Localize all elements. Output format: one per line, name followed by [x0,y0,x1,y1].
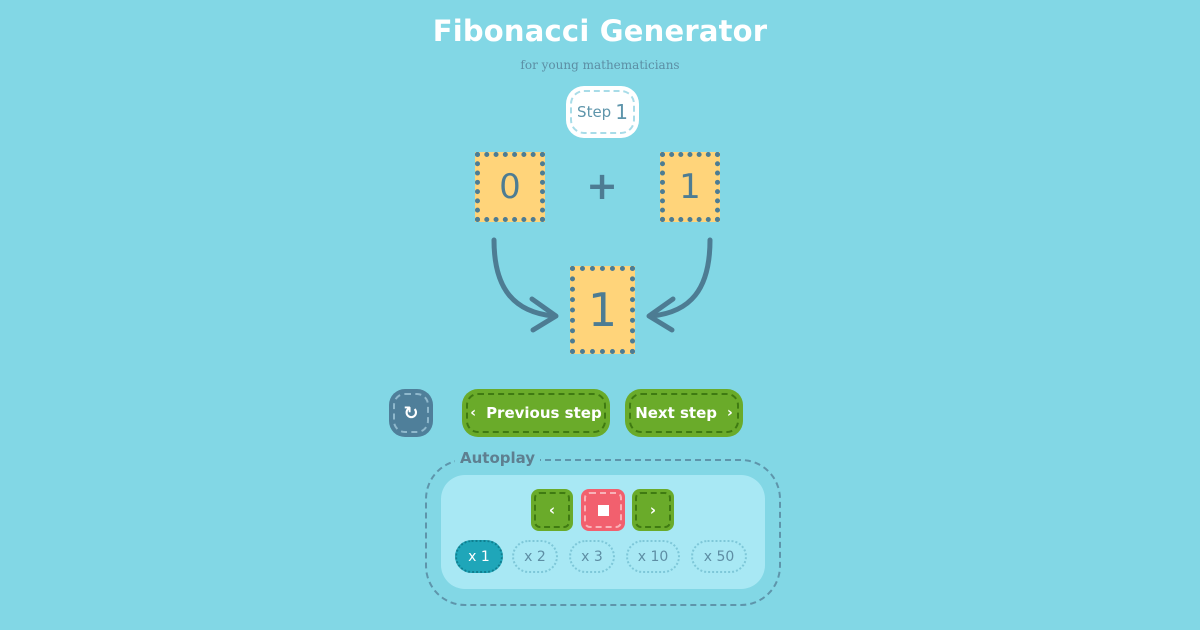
speed-option-x2[interactable]: x 2 [512,540,558,573]
left-arrowhead [529,296,559,333]
speed-option-x1[interactable]: x 1 [455,540,503,573]
autoplay-label: Autoplay [455,449,541,467]
left-arrow [491,237,556,319]
reset-button[interactable]: ↻ [389,389,433,437]
autoplay-forward-button[interactable]: › [632,489,674,531]
chevron-left-icon: ‹ [470,405,477,421]
left-operand-tile: 0 [475,152,545,222]
reset-icon: ↻ [403,402,419,424]
next-step-label: Next step [635,404,718,422]
previous-step-button[interactable]: ‹ Previous step [462,389,610,437]
previous-step-label: Previous step [486,404,602,422]
step-label: Step [577,103,612,121]
app-title: Fibonacci Generator [432,14,768,48]
autoplay-backward-button[interactable]: ‹ [531,489,573,531]
right-operand-tile: 1 [660,152,720,222]
autoplay-stop-button[interactable] [581,489,625,531]
right-arrowhead [646,296,676,333]
plus-operator: + [586,164,618,208]
step-badge: Step 1 [566,86,639,138]
chevron-right-icon: › [727,405,733,421]
next-step-button[interactable]: Next step › [625,389,743,437]
app-subtitle: for young mathematicians [520,58,680,72]
stop-icon [597,504,609,516]
speed-option-x10[interactable]: x 10 [626,540,680,573]
result-tile: 1 [570,266,635,354]
step-number: 1 [615,100,628,124]
chevron-left-icon: ‹ [548,501,556,519]
right-arrow [649,237,713,319]
chevron-right-icon: › [649,501,657,519]
speed-option-x50[interactable]: x 50 [691,540,747,573]
speed-option-x3[interactable]: x 3 [569,540,615,573]
